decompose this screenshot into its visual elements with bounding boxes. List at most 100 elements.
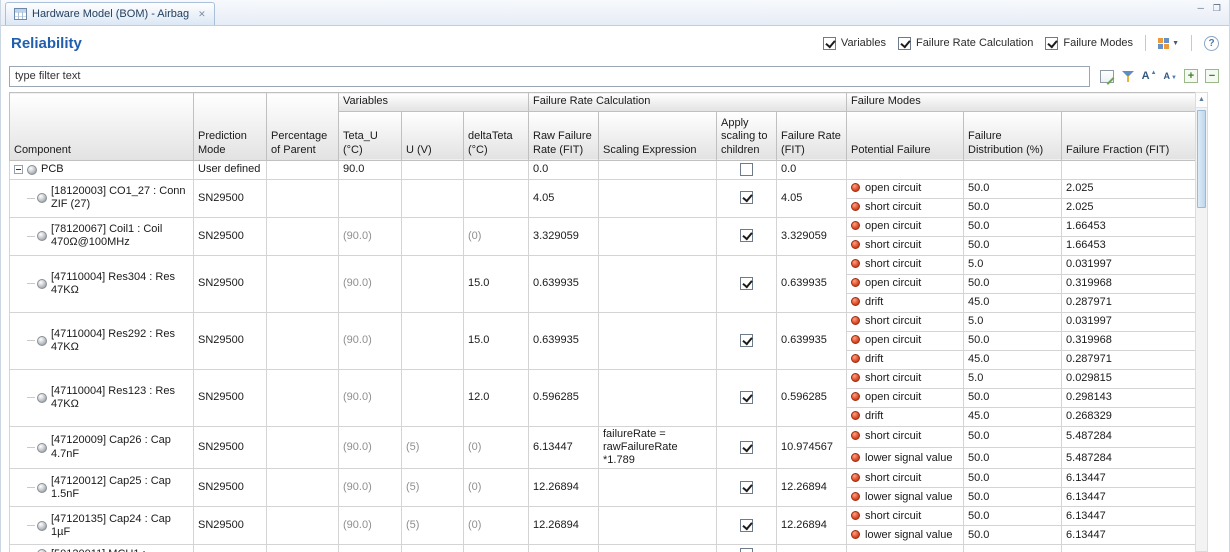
- scrollbar-thumb[interactable]: [1197, 110, 1206, 208]
- cell-failure-distribution[interactable]: 50.0: [964, 507, 1062, 526]
- column-header-potential-failure[interactable]: Potential Failure: [847, 111, 964, 160]
- apply-scaling-checkbox[interactable]: [740, 229, 753, 242]
- cell-teta-u[interactable]: (90.0): [339, 469, 402, 507]
- apply-scaling-checkbox[interactable]: [740, 441, 753, 454]
- cell-potential-failure[interactable]: [847, 545, 964, 552]
- cell-failure-rate[interactable]: 10.974567: [777, 426, 847, 469]
- cell-scaling-expression[interactable]: [599, 369, 717, 426]
- cell-failure-fraction[interactable]: 1.66453: [1062, 217, 1196, 236]
- cell-percentage-of-parent[interactable]: [267, 426, 339, 469]
- component-name[interactable]: [78120067] Coil1 : Coil 470Ω@100MHz: [51, 223, 189, 249]
- cell-failure-fraction[interactable]: [1062, 160, 1196, 179]
- cell-u[interactable]: (5): [402, 469, 464, 507]
- apply-scaling-checkbox[interactable]: [740, 481, 753, 494]
- cell-failure-fraction[interactable]: 2.025: [1062, 179, 1196, 198]
- cell-teta-u[interactable]: [339, 545, 402, 552]
- column-header-apply-scaling[interactable]: Apply scaling to children: [717, 111, 777, 160]
- component-name[interactable]: [47120009] Cap26 : Cap 4.7nF: [51, 434, 189, 460]
- column-header-failure-rate[interactable]: Failure Rate (FIT): [777, 111, 847, 160]
- cell-prediction-mode[interactable]: SN29500: [194, 217, 267, 255]
- cell-raw-failure-rate[interactable]: 0.639935: [529, 312, 599, 369]
- column-header-failure-distribution[interactable]: Failure Distribution (%): [964, 111, 1062, 160]
- cell-delta-teta[interactable]: (0): [464, 469, 529, 507]
- help-icon[interactable]: ?: [1204, 36, 1219, 51]
- cell-delta-teta[interactable]: 12.0: [464, 369, 529, 426]
- cell-prediction-mode[interactable]: [194, 545, 267, 552]
- component-name[interactable]: [50120011] MCU1 :: [51, 548, 146, 552]
- cell-raw-failure-rate[interactable]: 0.596285: [529, 369, 599, 426]
- column-header-scaling-expression[interactable]: Scaling Expression: [599, 111, 717, 160]
- apply-scaling-checkbox[interactable]: [740, 519, 753, 532]
- cell-failure-distribution[interactable]: 50.0: [964, 274, 1062, 293]
- apply-scaling-checkbox[interactable]: [740, 334, 753, 347]
- minimize-icon[interactable]: ─: [1198, 3, 1204, 14]
- cell-u[interactable]: [402, 255, 464, 312]
- cell-potential-failure[interactable]: drift: [847, 293, 964, 312]
- view-menu-button[interactable]: ▼: [1158, 38, 1179, 49]
- cell-delta-teta[interactable]: [464, 179, 529, 217]
- cell-failure-fraction[interactable]: 0.287971: [1062, 293, 1196, 312]
- cell-failure-fraction[interactable]: 6.13447: [1062, 488, 1196, 507]
- cell-failure-rate[interactable]: 0.596285: [777, 369, 847, 426]
- cell-failure-fraction[interactable]: 2.025: [1062, 198, 1196, 217]
- table-edit-icon[interactable]: [1100, 70, 1114, 83]
- cell-failure-distribution[interactable]: 50.0: [964, 179, 1062, 198]
- apply-scaling-checkbox[interactable]: [740, 391, 753, 404]
- cell-percentage-of-parent[interactable]: [267, 312, 339, 369]
- cell-percentage-of-parent[interactable]: [267, 507, 339, 545]
- cell-failure-fraction[interactable]: 0.031997: [1062, 312, 1196, 331]
- cell-teta-u[interactable]: [339, 179, 402, 217]
- cell-teta-u[interactable]: (90.0): [339, 426, 402, 469]
- cell-failure-distribution[interactable]: 50.0: [964, 469, 1062, 488]
- cell-raw-failure-rate[interactable]: 6.13447: [529, 426, 599, 469]
- cell-percentage-of-parent[interactable]: [267, 545, 339, 552]
- component-name[interactable]: [47120012] Cap25 : Cap 1.5nF: [51, 475, 189, 501]
- cell-failure-rate[interactable]: 3.329059: [777, 217, 847, 255]
- cell-failure-fraction[interactable]: 5.487284: [1062, 426, 1196, 447]
- cell-failure-fraction[interactable]: 1.66453: [1062, 236, 1196, 255]
- cell-teta-u[interactable]: 90.0: [339, 160, 402, 179]
- column-header-raw-failure-rate[interactable]: Raw Failure Rate (FIT): [529, 111, 599, 160]
- component-name[interactable]: [47110004] Res123 : Res 47KΩ: [51, 385, 189, 411]
- checkbox-icon[interactable]: [823, 37, 836, 50]
- cell-failure-fraction[interactable]: 6.13447: [1062, 469, 1196, 488]
- cell-failure-distribution[interactable]: 50.0: [964, 236, 1062, 255]
- column-header-component[interactable]: Component: [10, 93, 194, 161]
- cell-failure-fraction[interactable]: 0.319968: [1062, 331, 1196, 350]
- cell-prediction-mode[interactable]: SN29500: [194, 469, 267, 507]
- tab-close-icon[interactable]: ✕: [198, 9, 206, 20]
- component-name[interactable]: [47120135] Cap24 : Cap 1µF: [51, 513, 189, 539]
- cell-potential-failure[interactable]: open circuit: [847, 274, 964, 293]
- cell-failure-fraction[interactable]: 0.268329: [1062, 407, 1196, 426]
- cell-teta-u[interactable]: (90.0): [339, 312, 402, 369]
- toggle-failure-modes[interactable]: Failure Modes: [1045, 37, 1133, 50]
- cell-failure-rate[interactable]: 0.639935: [777, 312, 847, 369]
- cell-prediction-mode[interactable]: User defined: [194, 160, 267, 179]
- vertical-scrollbar[interactable]: ▲: [1195, 92, 1208, 552]
- apply-scaling-checkbox[interactable]: [740, 191, 753, 204]
- cell-delta-teta[interactable]: 15.0: [464, 312, 529, 369]
- cell-teta-u[interactable]: (90.0): [339, 507, 402, 545]
- cell-failure-fraction[interactable]: 0.298143: [1062, 388, 1196, 407]
- component-name[interactable]: [18120003] CO1_27 : Conn ZIF (27): [51, 185, 189, 211]
- filter-input[interactable]: [9, 66, 1090, 87]
- cell-failure-distribution[interactable]: 50.0: [964, 217, 1062, 236]
- cell-u[interactable]: [402, 179, 464, 217]
- cell-delta-teta[interactable]: (0): [464, 426, 529, 469]
- cell-failure-distribution[interactable]: 50.0: [964, 388, 1062, 407]
- cell-scaling-expression[interactable]: [599, 160, 717, 179]
- cell-raw-failure-rate[interactable]: 12.26894: [529, 469, 599, 507]
- cell-delta-teta[interactable]: [464, 160, 529, 179]
- cell-delta-teta[interactable]: 15.0: [464, 255, 529, 312]
- cell-failure-fraction[interactable]: 6.13447: [1062, 526, 1196, 545]
- cell-failure-distribution[interactable]: 50.0: [964, 198, 1062, 217]
- cell-scaling-expression[interactable]: [599, 312, 717, 369]
- cell-raw-failure-rate[interactable]: 0.639935: [529, 255, 599, 312]
- font-decrease-icon[interactable]: A▼: [1164, 71, 1177, 81]
- cell-potential-failure[interactable]: short circuit: [847, 255, 964, 274]
- cell-failure-rate[interactable]: 12.26894: [777, 469, 847, 507]
- cell-potential-failure[interactable]: short circuit: [847, 312, 964, 331]
- cell-scaling-expression[interactable]: [599, 545, 717, 552]
- cell-prediction-mode[interactable]: SN29500: [194, 507, 267, 545]
- expand-all-icon[interactable]: +: [1184, 69, 1198, 83]
